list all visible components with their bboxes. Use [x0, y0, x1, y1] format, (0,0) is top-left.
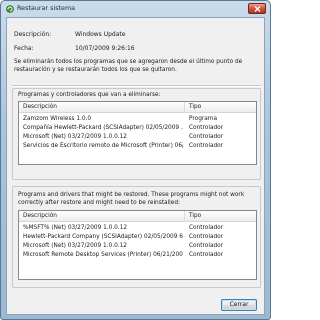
column-header-type[interactable]: Tipo — [185, 102, 256, 113]
close-icon — [254, 6, 261, 12]
list-item[interactable]: Microsoft (Net) 03/27/2009 1.0.0.12 Cont… — [19, 133, 256, 142]
window-close-button[interactable] — [248, 3, 266, 14]
list-header: Descripción Tipo — [19, 211, 256, 222]
item-description: Microsoft Remote Desktop Services (Print… — [23, 252, 183, 258]
list-item[interactable]: Servicios de Escritorio remoto de Micros… — [19, 142, 256, 151]
item-description: Servicios de Escritorio remoto de Micros… — [23, 143, 183, 149]
close-button[interactable]: Cerrar — [221, 299, 257, 311]
description-label: Descripción: — [14, 31, 52, 38]
item-description: Microsoft (Net) 03/27/2009 1.0.0.12 — [23, 243, 127, 249]
delete-group-title: Programas y controladores que van a elim… — [18, 92, 161, 98]
item-description: Hewlett-Packard Company (SCSIAdapter) 02… — [23, 234, 183, 240]
system-restore-window: Restaurar sistema Descripción: Windows U… — [0, 0, 271, 320]
list-header: Descripción Tipo — [19, 102, 256, 113]
separator — [12, 85, 261, 87]
item-description: Compañía Hewlett-Packard (SCSIAdapter) 0… — [23, 125, 183, 131]
list-item[interactable]: Compañía Hewlett-Packard (SCSIAdapter) 0… — [19, 124, 256, 133]
date-label: Fecha: — [14, 45, 34, 52]
list-item[interactable]: Zamzom Wireless 1.0.0 Programa — [19, 115, 256, 124]
date-value: 10/07/2009 9:26:16 — [75, 45, 135, 52]
item-description: Microsoft (Net) 03/27/2009 1.0.0.12 — [23, 134, 127, 140]
item-type: Controlador — [189, 225, 224, 231]
item-type: Controlador — [189, 143, 224, 149]
restore-programs-list[interactable]: Descripción Tipo %MSFT% (Net) 03/27/2009… — [18, 210, 257, 280]
item-type: Controlador — [189, 243, 224, 249]
window-title: Restaurar sistema — [17, 4, 76, 12]
dialog-body: Descripción: Windows Update Fecha: 10/07… — [6, 17, 265, 315]
item-description: %MSFT% (Net) 03/27/2009 1.0.0.12 — [23, 225, 128, 231]
list-item[interactable]: %MSFT% (Net) 03/27/2009 1.0.0.12 Control… — [19, 224, 256, 233]
item-description: Zamzom Wireless 1.0.0 — [23, 116, 92, 122]
system-restore-icon — [6, 5, 14, 13]
restore-info-text: Se eliminarán todos los programas que se… — [14, 59, 243, 73]
item-type: Controlador — [189, 234, 224, 240]
restore-programs-group: Programs and drivers that might be resto… — [12, 186, 261, 288]
item-type: Controlador — [189, 134, 224, 140]
restore-group-title: Programs and drivers that might be resto… — [18, 192, 245, 206]
list-item[interactable]: Microsoft Remote Desktop Services (Print… — [19, 251, 256, 260]
description-value: Windows Update — [75, 31, 126, 38]
delete-programs-list[interactable]: Descripción Tipo Zamzom Wireless 1.0.0 P… — [18, 101, 257, 165]
column-header-description[interactable]: Descripción — [19, 211, 185, 222]
column-header-type[interactable]: Tipo — [185, 211, 256, 222]
item-type: Controlador — [189, 125, 224, 131]
list-item[interactable]: Microsoft (Net) 03/27/2009 1.0.0.12 Cont… — [19, 242, 256, 251]
list-item[interactable]: Hewlett-Packard Company (SCSIAdapter) 02… — [19, 233, 256, 242]
column-header-description[interactable]: Descripción — [19, 102, 185, 113]
delete-programs-group: Programas y controladores que van a elim… — [12, 88, 261, 180]
item-type: Controlador — [189, 252, 224, 258]
item-type: Programa — [189, 116, 218, 122]
title-bar[interactable]: Restaurar sistema — [1, 1, 270, 17]
